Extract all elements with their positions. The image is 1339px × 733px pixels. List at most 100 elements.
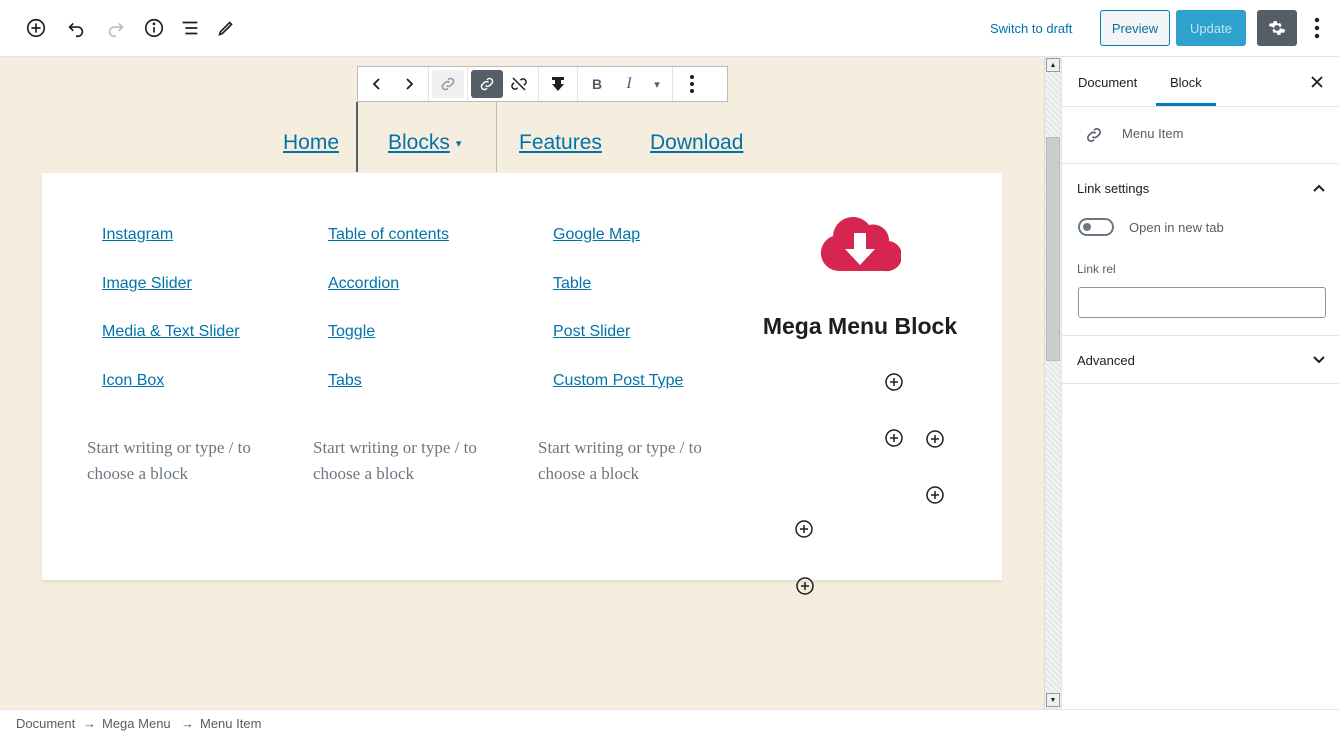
toggle-knob [1083, 223, 1091, 231]
tab-document[interactable]: Document [1078, 75, 1137, 90]
menu-link[interactable]: Instagram [102, 226, 173, 244]
more-vertical-icon [690, 75, 694, 93]
nav-link-label: Blocks [388, 131, 450, 154]
add-block-icon[interactable] [794, 519, 814, 539]
toolbar-group-options [673, 67, 711, 101]
caret-down-icon: ▾ [455, 137, 462, 150]
menu-link[interactable]: Custom Post Type [553, 372, 683, 390]
move-left-button[interactable] [361, 70, 393, 98]
edit-icon[interactable] [212, 14, 240, 42]
editor-canvas[interactable]: B I ▾ Home Blocks ▾ Features Download Ins… [0, 57, 1044, 709]
cloud-download-icon [820, 216, 901, 272]
nav-link-features[interactable]: Features [519, 131, 602, 155]
active-tab-indicator [1156, 103, 1216, 106]
toolbar-group-format: B I ▾ [578, 67, 673, 101]
breadcrumb: Document → Mega Menu → Menu Item [0, 709, 1339, 733]
open-new-tab-label: Open in new tab [1129, 220, 1224, 235]
add-block-icon[interactable] [925, 485, 945, 505]
menu-link[interactable]: Table of contents [328, 226, 449, 244]
menu-link[interactable]: Google Map [553, 226, 640, 244]
scroll-down-arrow[interactable]: ▼ [1046, 693, 1060, 707]
toolbar-group-transform [539, 67, 578, 101]
breadcrumb-separator: → [83, 716, 96, 731]
download-arrow-icon [552, 77, 564, 91]
breadcrumb-item[interactable]: Document [16, 716, 75, 731]
menu-link[interactable]: Post Slider [553, 323, 630, 341]
selected-block-outline [356, 102, 358, 172]
add-block-icon[interactable] [795, 576, 815, 596]
edit-link-button[interactable] [471, 70, 503, 98]
block-placeholder[interactable]: Start writing or type / to choose a bloc… [538, 435, 738, 487]
info-icon[interactable] [140, 14, 168, 42]
add-block-icon[interactable] [22, 14, 50, 42]
add-block-icon[interactable] [884, 372, 904, 392]
list-view-icon[interactable] [176, 14, 204, 42]
menu-link[interactable]: Image Slider [102, 275, 192, 293]
chevron-up-icon[interactable] [1312, 181, 1326, 195]
add-block-icon[interactable] [925, 429, 945, 449]
menu-link[interactable]: Table [553, 275, 591, 293]
chevron-left-icon [372, 78, 380, 90]
toolbar-group-link [429, 67, 468, 101]
settings-sidebar: Document Block Menu Item Link settings O… [1061, 57, 1339, 709]
more-vertical-icon [1314, 17, 1320, 39]
tab-block[interactable]: Block [1170, 75, 1202, 90]
link-settings-panel: Link settings Open in new tab Link rel [1062, 164, 1339, 336]
scroll-up-arrow[interactable]: ▲ [1046, 58, 1060, 72]
nav-link-blocks[interactable]: Blocks ▾ [388, 131, 461, 155]
chevron-right-icon [406, 78, 414, 90]
close-icon [1311, 76, 1323, 88]
update-button[interactable]: Update [1176, 10, 1246, 46]
chevron-down-icon[interactable] [1312, 353, 1326, 367]
more-options-button[interactable] [1305, 14, 1329, 42]
open-new-tab-toggle[interactable] [1078, 218, 1114, 236]
toolbar-group-move [358, 67, 429, 101]
add-block-icon[interactable] [884, 428, 904, 448]
block-placeholder[interactable]: Start writing or type / to choose a bloc… [313, 435, 513, 487]
advanced-panel: Advanced [1062, 336, 1339, 384]
link-button[interactable] [432, 70, 464, 98]
redo-icon[interactable] [102, 14, 130, 42]
move-right-button[interactable] [393, 70, 425, 98]
italic-button[interactable]: I [613, 70, 645, 98]
editor-header: Switch to draft Preview Update [0, 0, 1339, 57]
menu-link[interactable]: Media & Text Slider [102, 323, 240, 341]
nav-link-home[interactable]: Home [283, 131, 339, 155]
menu-link[interactable]: Toggle [328, 323, 375, 341]
link-rel-label: Link rel [1077, 262, 1116, 276]
mega-menu-title: Mega Menu Block [762, 313, 958, 339]
breadcrumb-item[interactable]: Menu Item [200, 716, 261, 731]
block-card: Menu Item [1062, 107, 1339, 164]
link-icon [480, 77, 494, 91]
close-sidebar-button[interactable] [1308, 73, 1326, 91]
block-options-button[interactable] [676, 70, 708, 98]
toolbar-group-link-actions [468, 67, 539, 101]
unlink-icon [511, 77, 527, 91]
menu-link[interactable]: Icon Box [102, 372, 164, 390]
block-toolbar: B I ▾ [357, 66, 728, 102]
bold-button[interactable]: B [581, 70, 613, 98]
menu-link[interactable]: Tabs [328, 372, 362, 390]
menu-link[interactable]: Accordion [328, 275, 399, 293]
scroll-thumb[interactable] [1046, 137, 1060, 361]
advanced-toggle[interactable]: Advanced [1077, 353, 1135, 368]
canvas-scrollbar[interactable]: ▲ ▼ [1044, 57, 1061, 709]
menu-item-divider [496, 102, 497, 172]
nav-link-download[interactable]: Download [650, 131, 743, 155]
link-settings-toggle[interactable]: Link settings [1077, 181, 1149, 196]
more-formats-button[interactable]: ▾ [645, 70, 669, 98]
mega-menu-panel: Instagram Image Slider Media & Text Slid… [42, 173, 1002, 595]
block-name: Menu Item [1122, 126, 1184, 141]
undo-icon[interactable] [62, 14, 90, 42]
breadcrumb-item[interactable]: Mega Menu [102, 716, 171, 731]
link-rel-input[interactable] [1078, 287, 1326, 318]
switch-to-draft-button[interactable]: Switch to draft [990, 21, 1072, 36]
unlink-button[interactable] [503, 70, 535, 98]
settings-button[interactable] [1257, 10, 1297, 46]
preview-button[interactable]: Preview [1100, 10, 1170, 46]
transform-button[interactable] [542, 70, 574, 98]
breadcrumb-separator: → [181, 716, 194, 731]
link-icon [441, 77, 455, 91]
link-icon [1087, 128, 1101, 142]
block-placeholder[interactable]: Start writing or type / to choose a bloc… [87, 435, 287, 487]
